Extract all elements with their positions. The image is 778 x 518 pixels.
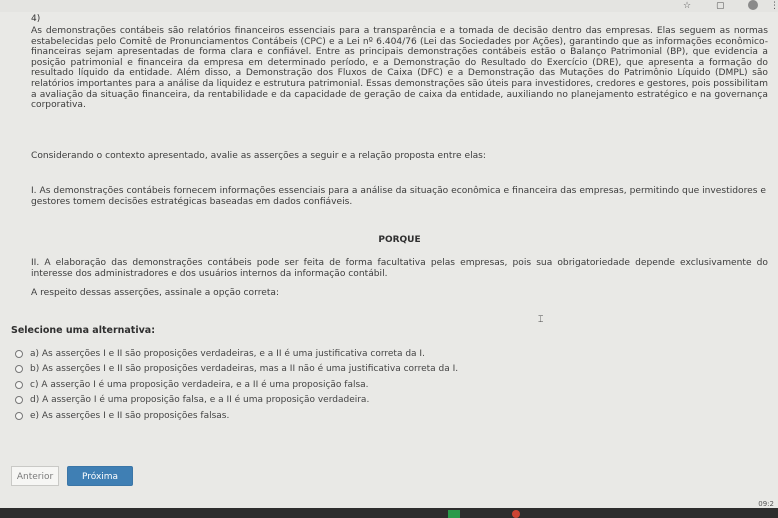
browser-toolbar: ☆ ▢ ⋮: [0, 0, 778, 12]
assertion-two: II. A elaboração das demonstrações contá…: [31, 258, 768, 279]
answer-options: a) As asserções I e II são proposições v…: [15, 346, 458, 424]
radio-icon[interactable]: [15, 411, 23, 420]
radio-icon[interactable]: [15, 349, 23, 358]
previous-button[interactable]: Anterior: [11, 466, 59, 486]
radio-icon[interactable]: [15, 396, 23, 405]
option-label: d) A asserção I é uma proposição falsa, …: [30, 395, 370, 406]
bookmark-star-icon[interactable]: ☆: [683, 0, 691, 12]
select-alternative-label: Selecione uma alternativa:: [11, 325, 156, 336]
option-a[interactable]: a) As asserções I e II são proposições v…: [15, 346, 458, 362]
os-taskbar: 09:2: [0, 500, 778, 518]
clock-time: 09:2: [758, 500, 774, 508]
question-number: 4): [31, 14, 41, 24]
radio-icon[interactable]: [15, 380, 23, 389]
question-prompt: A respeito dessas asserções, assinale a …: [31, 288, 280, 298]
option-b[interactable]: b) As asserções I e II são proposições v…: [15, 362, 458, 378]
option-e[interactable]: e) As asserções I e II são proposições f…: [15, 408, 458, 424]
mouse-cursor-icon: ⌶: [538, 315, 544, 325]
option-d[interactable]: d) A asserção I é uma proposição falsa, …: [15, 393, 458, 409]
option-c[interactable]: c) A asserção I é uma proposição verdade…: [15, 377, 458, 393]
option-label: a) As asserções I e II são proposições v…: [30, 348, 425, 359]
option-label: e) As asserções I e II são proposições f…: [30, 410, 230, 421]
question-consider-text: Considerando o contexto apresentado, ava…: [31, 151, 486, 161]
taskbar-app-icon[interactable]: [512, 510, 520, 518]
option-label: b) As asserções I e II são proposições v…: [30, 364, 459, 375]
question-intro-text: As demonstrações contábeis são relatório…: [31, 26, 768, 111]
radio-icon[interactable]: [15, 365, 23, 374]
assertion-one: I. As demonstrações contábeis fornecem i…: [31, 186, 766, 207]
browser-menu-icon[interactable]: ⋮: [770, 0, 778, 12]
profile-avatar-icon[interactable]: [748, 0, 758, 10]
extensions-icon[interactable]: ▢: [716, 0, 725, 12]
next-button[interactable]: Próxima: [67, 466, 133, 486]
taskbar-app-icon[interactable]: [448, 510, 460, 518]
assertion-connector: PORQUE: [378, 235, 421, 245]
option-label: c) A asserção I é uma proposição verdade…: [30, 379, 369, 390]
